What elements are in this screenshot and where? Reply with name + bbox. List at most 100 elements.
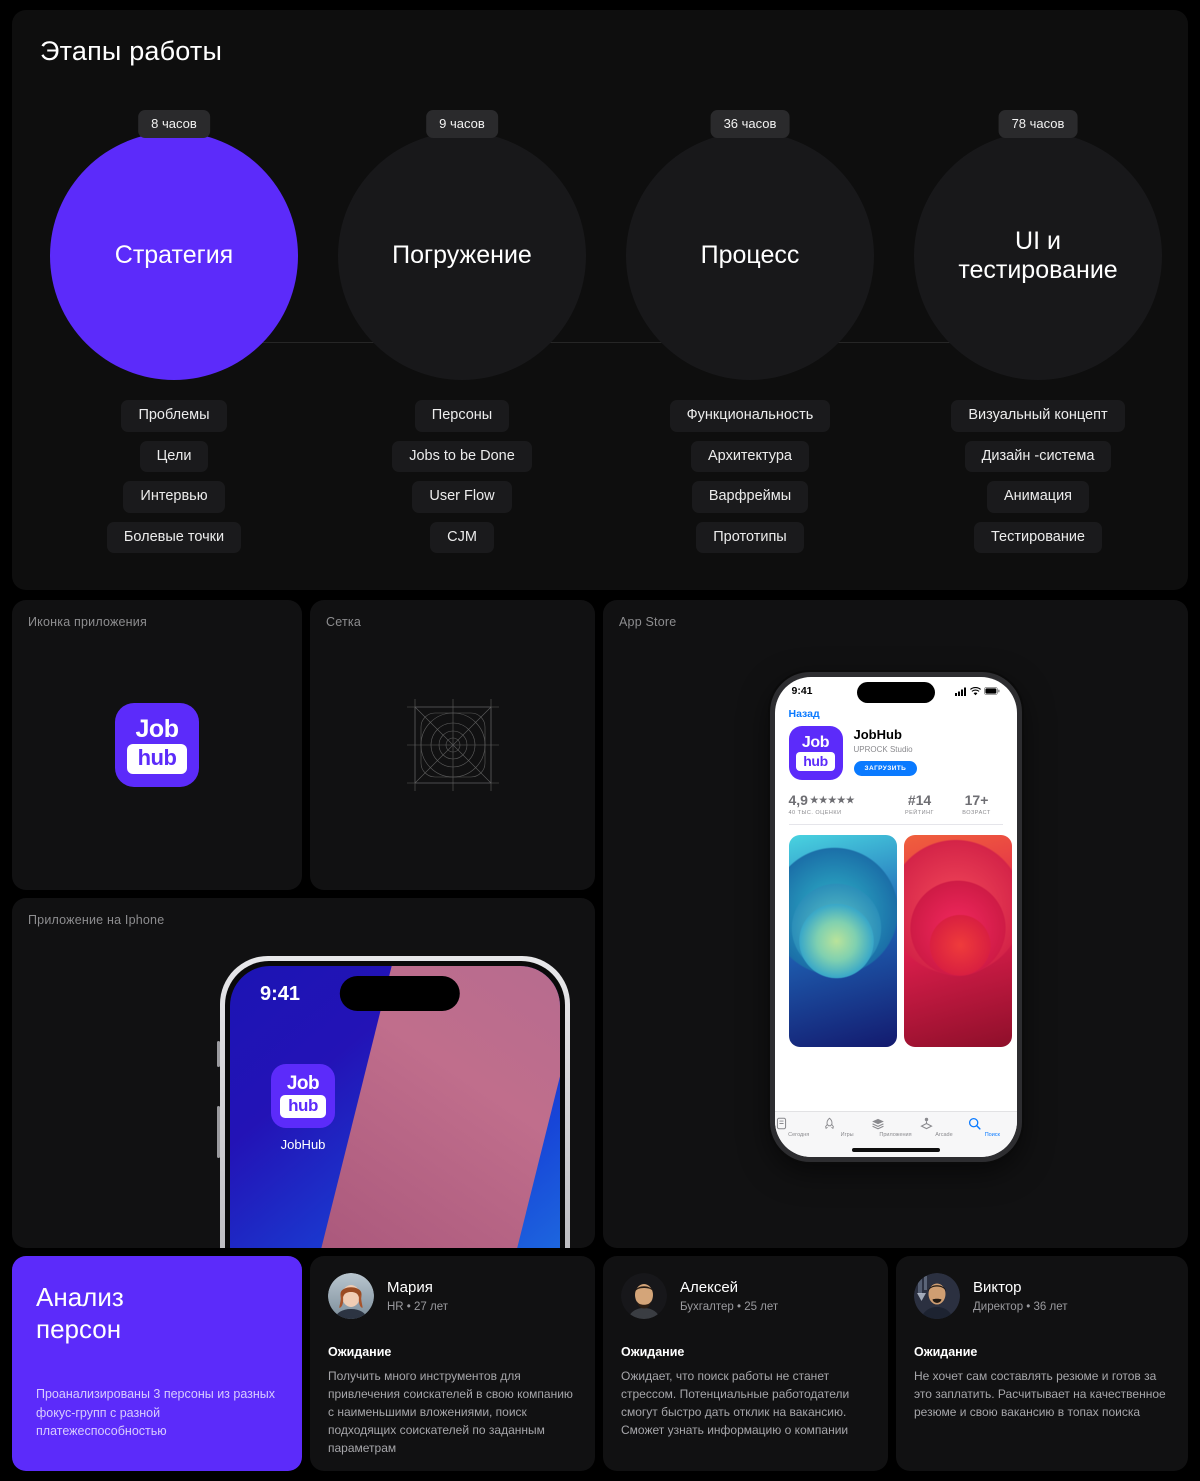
app-icon-panel: Иконка приложения Job hub bbox=[12, 600, 302, 890]
rating-stars-icon: ★★★★★ bbox=[809, 794, 856, 806]
games-icon bbox=[823, 1117, 871, 1130]
chart-rank-stat: #14 РЕЙТИНГ bbox=[889, 792, 951, 816]
tab-today[interactable]: Сегодня bbox=[775, 1117, 823, 1138]
tag-item[interactable]: Прототипы bbox=[696, 521, 804, 553]
persona-name: Виктор bbox=[973, 1279, 1022, 1296]
back-link[interactable]: Назад bbox=[775, 705, 1017, 726]
stages-flow: 8 часов Стратегия 9 часов Погружение 36 … bbox=[12, 110, 1188, 380]
tag-item[interactable]: Дизайн -система bbox=[964, 440, 1112, 472]
stages-card: Этапы работы 8 часов Стратегия 9 часов П… bbox=[12, 10, 1188, 590]
tag-item[interactable]: Визуальный концепт bbox=[951, 400, 1125, 432]
store-icon-top-text: Job bbox=[801, 734, 830, 751]
stage-2-hours-badge: 9 часов bbox=[426, 110, 498, 138]
persona-header: Алексей Бухгалтер • 25 лет bbox=[621, 1273, 870, 1319]
persona-card: Алексей Бухгалтер • 25 лет Ожидание Ожид… bbox=[603, 1256, 888, 1471]
wifi-icon bbox=[969, 686, 981, 695]
avatar bbox=[328, 1273, 374, 1319]
tab-search[interactable]: Поиск bbox=[968, 1117, 1016, 1138]
age-value: 17+ bbox=[964, 792, 989, 808]
status-time: 9:41 bbox=[791, 685, 813, 697]
stage-4-circle[interactable]: UI и тестирование bbox=[914, 132, 1162, 380]
tag-item[interactable]: Анимация bbox=[986, 481, 1090, 513]
tab-games[interactable]: Игры bbox=[823, 1117, 871, 1138]
persona-expectation-text: Получить много инструментов для привлече… bbox=[328, 1369, 573, 1455]
power-button[interactable] bbox=[217, 1106, 220, 1158]
persona-intro-title: Анализ персон bbox=[36, 1282, 278, 1345]
iphone-home-mockup: 9:41 Job hub JobHub bbox=[217, 956, 570, 1248]
avatar-portrait-viktor bbox=[914, 1273, 960, 1319]
tab-arcade[interactable]: Arcade bbox=[920, 1117, 968, 1138]
stage-3-circle[interactable]: Процесс bbox=[626, 132, 874, 380]
stage-3-label: Процесс bbox=[700, 241, 800, 270]
today-icon bbox=[775, 1117, 823, 1130]
rating-caption: 40 ТЫС. ОЦЕНКИ bbox=[788, 810, 842, 816]
store-app-icon: Job hub bbox=[788, 726, 843, 780]
stage-4[interactable]: 78 часов UI и тестирование bbox=[893, 110, 1183, 380]
persona-card: Виктор Директор • 36 лет Ожидание Не хоч… bbox=[896, 1256, 1188, 1471]
tag-item[interactable]: User Flow bbox=[412, 481, 512, 513]
tag-item[interactable]: Персоны bbox=[414, 400, 510, 432]
rating-value: 4,9 bbox=[788, 792, 808, 808]
tag-item[interactable]: Проблемы bbox=[121, 400, 227, 432]
persona-role: Бухгалтер • 25 лет bbox=[680, 1301, 779, 1313]
app-header: Job hub JobHub UPROCK Studio ЗАГРУЗИТЬ bbox=[775, 726, 1017, 780]
stage-2-circle[interactable]: Погружение bbox=[338, 132, 586, 380]
avatar-portrait-maria bbox=[328, 1273, 374, 1319]
app-store-panel-label: App Store bbox=[619, 615, 677, 629]
rating-stat: 4,9 ★★★★★ 40 ТЫС. ОЦЕНКИ bbox=[789, 792, 889, 816]
stage-1-hours-badge: 8 часов bbox=[138, 110, 210, 138]
app-meta: JobHub UPROCK Studio ЗАГРУЗИТЬ bbox=[853, 726, 918, 780]
stage-2[interactable]: 9 часов Погружение bbox=[317, 110, 607, 380]
stage-3-hours-badge: 36 часов bbox=[710, 110, 790, 138]
tag-item[interactable]: Jobs to be Done bbox=[392, 440, 532, 472]
age-caption: ВОЗРАСТ bbox=[962, 810, 991, 816]
age-rating-stat: 17+ ВОЗРАСТ bbox=[951, 792, 1003, 816]
persona-expectation-label: Ожидание bbox=[914, 1345, 978, 1359]
tag-item[interactable]: Болевые точки bbox=[106, 521, 242, 553]
tag-item[interactable]: Варфреймы bbox=[691, 481, 809, 513]
iphone-home-screen: 9:41 Job hub JobHub bbox=[230, 966, 560, 1248]
stage-3[interactable]: 36 часов Процесс bbox=[605, 110, 895, 380]
tag-item[interactable]: Цели bbox=[139, 440, 209, 472]
download-button[interactable]: ЗАГРУЗИТЬ bbox=[853, 760, 918, 776]
home-app-label: JobHub bbox=[280, 1137, 326, 1152]
persona-name: Мария bbox=[387, 1279, 433, 1296]
tab-apps[interactable]: Приложения bbox=[871, 1117, 919, 1138]
stage-3-tags: Функциональность Архитектура Варфреймы П… bbox=[605, 400, 895, 553]
persona-expectation-label: Ожидание bbox=[621, 1345, 685, 1359]
rank-caption: РЕЙТИНГ bbox=[904, 810, 935, 816]
persona-intro-description: Проанализированы 3 персоны из разных фок… bbox=[36, 1387, 276, 1438]
tag-item[interactable]: Функциональность bbox=[669, 400, 831, 432]
tag-item[interactable]: CJM bbox=[430, 521, 494, 553]
tab-search-label: Поиск bbox=[984, 1132, 1000, 1138]
store-icon-bottom-text: hub bbox=[796, 752, 835, 771]
persona-intro-card: Анализ персон Проанализированы 3 персоны… bbox=[12, 1256, 302, 1471]
volume-button[interactable] bbox=[217, 1041, 220, 1067]
stage-1-label: Стратегия bbox=[114, 241, 234, 270]
persona-header: Мария HR • 27 лет bbox=[328, 1273, 577, 1319]
app-name: JobHub bbox=[853, 727, 902, 742]
home-icon-bottom-text: hub bbox=[280, 1095, 326, 1118]
app-icon-bottom-text: hub bbox=[126, 743, 188, 774]
screenshot-preview[interactable] bbox=[903, 835, 1012, 1047]
stage-1[interactable]: 8 часов Стратегия bbox=[29, 110, 319, 380]
stage-1-circle[interactable]: Стратегия bbox=[50, 132, 298, 380]
tag-item[interactable]: Архитектура bbox=[691, 440, 809, 472]
ios-status-bar: 9:41 bbox=[775, 677, 1017, 705]
screenshot-preview[interactable] bbox=[788, 835, 897, 1047]
jobhub-home-icon[interactable]: Job hub bbox=[271, 1064, 335, 1128]
home-indicator bbox=[851, 1148, 940, 1152]
app-icon-art: Job hub bbox=[12, 600, 302, 890]
screenshot-carousel[interactable] bbox=[775, 825, 1017, 1047]
persona-header: Виктор Директор • 36 лет bbox=[914, 1273, 1170, 1319]
stage-taglists: Проблемы Цели Интервью Болевые точки Пер… bbox=[12, 400, 1188, 570]
avatar bbox=[914, 1273, 960, 1319]
cellular-signal-icon bbox=[954, 687, 966, 696]
tag-item[interactable]: Тестирование bbox=[973, 521, 1102, 553]
tab-apps-label: Приложения bbox=[879, 1132, 912, 1138]
tag-item[interactable]: Интервью bbox=[123, 481, 225, 513]
rank-value: #14 bbox=[907, 792, 932, 808]
status-indicators bbox=[954, 686, 1000, 696]
dynamic-island bbox=[856, 682, 935, 703]
home-app-shortcut[interactable]: Job hub JobHub bbox=[258, 1064, 348, 1152]
